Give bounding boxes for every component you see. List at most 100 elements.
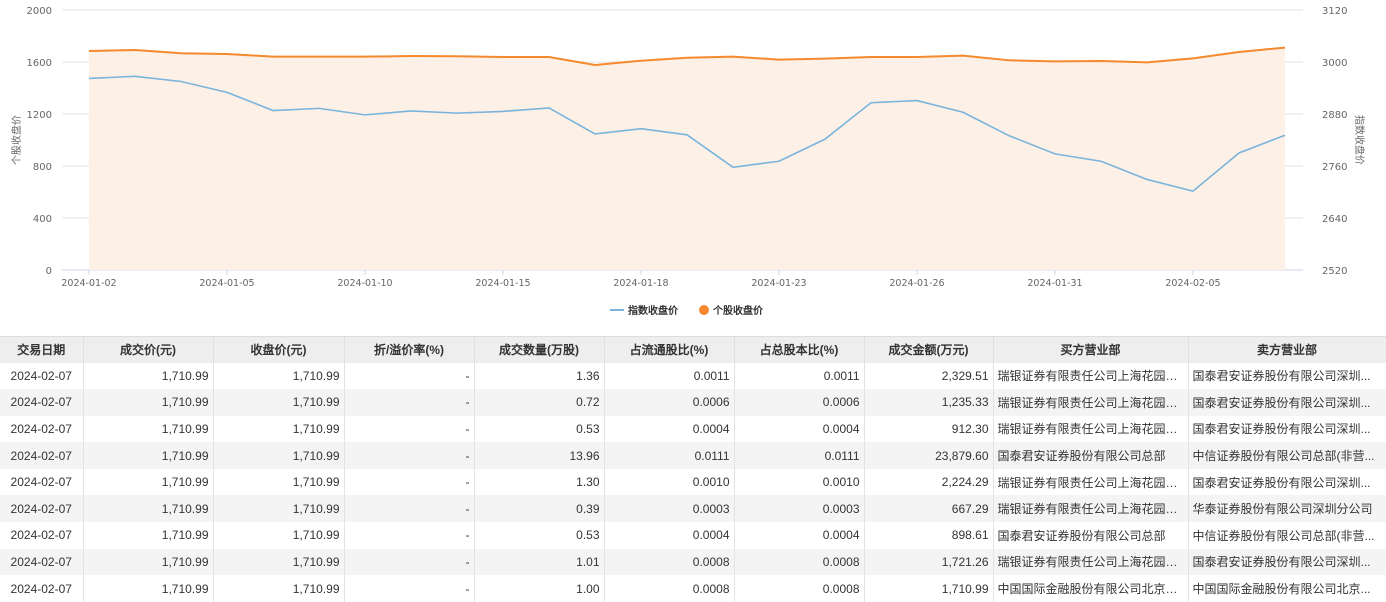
table-cell: 2024-02-07 [0, 416, 83, 443]
block-trade-table: 交易日期成交价(元)收盘价(元)折/溢价率(%)成交数量(万股)占流通股比(%)… [0, 336, 1386, 602]
table-row[interactable]: 2024-02-071,710.991,710.99-0.530.00040.0… [0, 416, 1386, 443]
table-cell: 1,710.99 [213, 575, 344, 602]
table-cell: 0.0004 [734, 522, 864, 549]
table-cell: 2024-02-07 [0, 549, 83, 576]
table-cell: 0.0010 [734, 469, 864, 496]
y-left-tick-label: 2000 [27, 6, 52, 17]
y-left-tick-label: 800 [33, 162, 52, 173]
table-cell: 1.01 [474, 549, 604, 576]
table-cell: 1,721.26 [864, 549, 993, 576]
table-cell: 1.36 [474, 363, 604, 390]
table-row[interactable]: 2024-02-071,710.991,710.99-0.720.00060.0… [0, 389, 1386, 416]
table-row[interactable]: 2024-02-071,710.991,710.99-1.000.00080.0… [0, 575, 1386, 602]
table-cell: 华泰证券股份有限公司深圳分公司 [1188, 495, 1386, 522]
table-cell: - [344, 549, 474, 576]
table-cell: 0.72 [474, 389, 604, 416]
table-cell: 1,710.99 [213, 495, 344, 522]
table-cell: 0.0010 [604, 469, 734, 496]
table-cell: 中国国际金融股份有限公司北京建... [993, 575, 1188, 602]
table-row[interactable]: 2024-02-071,710.991,710.99-1.010.00080.0… [0, 549, 1386, 576]
table-cell: 国泰君安证券股份有限公司深圳... [1188, 469, 1386, 496]
y-left-tick-label: 0 [46, 266, 52, 277]
table-cell: 中信证券股份有限公司总部(非营... [1188, 442, 1386, 469]
table-cell: 2024-02-07 [0, 442, 83, 469]
y-right-tick-label: 2760 [1322, 162, 1347, 173]
table-cell: 瑞银证券有限责任公司上海花园石... [993, 469, 1188, 496]
table-cell: 国泰君安证券股份有限公司深圳... [1188, 389, 1386, 416]
table-row[interactable]: 2024-02-071,710.991,710.99-0.390.00030.0… [0, 495, 1386, 522]
table-cell: 瑞银证券有限责任公司上海花园石... [993, 495, 1188, 522]
y-left-tick-label: 1600 [27, 58, 52, 69]
table-cell: 0.0006 [604, 389, 734, 416]
table-cell: 2024-02-07 [0, 522, 83, 549]
table-row[interactable]: 2024-02-071,710.991,710.99-0.530.00040.0… [0, 522, 1386, 549]
table-cell: 1,710.99 [83, 442, 213, 469]
column-header[interactable]: 占总股本比(%) [734, 337, 864, 363]
table-cell: 瑞银证券有限责任公司上海花园石... [993, 549, 1188, 576]
table-cell: 0.39 [474, 495, 604, 522]
table-cell: 0.53 [474, 416, 604, 443]
y-right-tick-label: 3120 [1322, 6, 1347, 17]
table-cell: 2,224.29 [864, 469, 993, 496]
table-cell: 国泰君安证券股份有限公司深圳... [1188, 416, 1386, 443]
table-cell: 1,710.99 [213, 522, 344, 549]
column-header[interactable]: 成交价(元) [83, 337, 213, 363]
x-tick-label: 2024-01-23 [751, 278, 806, 289]
table-row[interactable]: 2024-02-071,710.991,710.99-1.360.00110.0… [0, 363, 1386, 390]
table-cell: 0.0004 [604, 416, 734, 443]
table-cell: 瑞银证券有限责任公司上海花园石... [993, 416, 1188, 443]
table-cell: 0.0008 [604, 575, 734, 602]
x-tick-label: 2024-02-05 [1165, 278, 1220, 289]
table-cell: 2024-02-07 [0, 389, 83, 416]
table-cell: 国泰君安证券股份有限公司深圳... [1188, 363, 1386, 390]
y-right-tick-label: 2520 [1322, 266, 1347, 277]
y-right-tick-label: 3000 [1322, 58, 1347, 69]
x-tick-label: 2024-01-10 [337, 278, 392, 289]
table-cell: 1,710.99 [83, 549, 213, 576]
table-cell: 1,710.99 [83, 495, 213, 522]
x-tick-label: 2024-01-31 [1027, 278, 1082, 289]
y-left-tick-label: 1200 [27, 110, 52, 121]
table-cell: 0.0011 [734, 363, 864, 390]
table-cell: - [344, 522, 474, 549]
table-cell: 0.0003 [734, 495, 864, 522]
legend-stock-swatch [699, 305, 709, 315]
table-cell: 1,710.99 [213, 469, 344, 496]
table-row[interactable]: 2024-02-071,710.991,710.99-13.960.01110.… [0, 442, 1386, 469]
table-cell: 0.0111 [604, 442, 734, 469]
table-cell: 0.0008 [604, 549, 734, 576]
column-header[interactable]: 成交数量(万股) [474, 337, 604, 363]
table-cell: 2024-02-07 [0, 469, 83, 496]
column-header[interactable]: 买方营业部 [993, 337, 1188, 363]
column-header[interactable]: 占流通股比(%) [604, 337, 734, 363]
table-cell: 667.29 [864, 495, 993, 522]
table-cell: 13.96 [474, 442, 604, 469]
table-cell: 0.0111 [734, 442, 864, 469]
column-header[interactable]: 卖方营业部 [1188, 337, 1386, 363]
table-cell: - [344, 389, 474, 416]
column-header[interactable]: 收盘价(元) [213, 337, 344, 363]
table-cell: 898.61 [864, 522, 993, 549]
x-tick-label: 2024-01-18 [613, 278, 668, 289]
table-cell: 1,710.99 [83, 522, 213, 549]
table-cell: 瑞银证券有限责任公司上海花园石... [993, 363, 1188, 390]
table-cell: 0.0003 [604, 495, 734, 522]
column-header[interactable]: 交易日期 [0, 337, 83, 363]
column-header[interactable]: 成交金额(万元) [864, 337, 993, 363]
x-tick-label: 2024-01-26 [889, 278, 944, 289]
table-cell: 2,329.51 [864, 363, 993, 390]
table-cell: 1,710.99 [83, 575, 213, 602]
price-chart: 0400800120016002000252026402760288030003… [0, 0, 1386, 330]
table-cell: 2024-02-07 [0, 363, 83, 390]
column-header[interactable]: 折/溢价率(%) [344, 337, 474, 363]
table-cell: 0.0008 [734, 575, 864, 602]
y-right-tick-label: 2640 [1322, 214, 1347, 225]
table-cell: 0.0004 [734, 416, 864, 443]
table-cell: 1,235.33 [864, 389, 993, 416]
table-cell: - [344, 363, 474, 390]
legend-stock-label: 个股收盘价 [712, 304, 764, 317]
table-row[interactable]: 2024-02-071,710.991,710.99-1.300.00100.0… [0, 469, 1386, 496]
table-cell: 0.0008 [734, 549, 864, 576]
table-cell: 0.0011 [604, 363, 734, 390]
table-cell: - [344, 469, 474, 496]
